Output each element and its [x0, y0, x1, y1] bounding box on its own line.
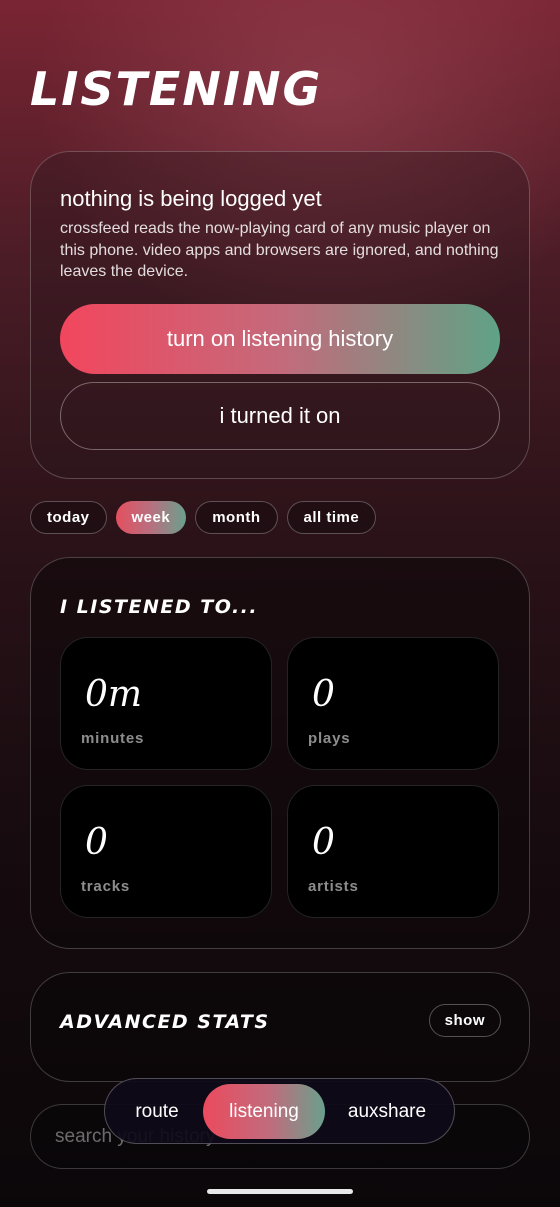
home-indicator[interactable]: [207, 1189, 353, 1194]
stat-tile-plays: 0 plays: [287, 637, 499, 770]
status-heading: nothing is being logged yet: [60, 186, 322, 211]
stat-tile-tracks: 0 tracks: [60, 785, 272, 918]
range-chip-today[interactable]: today: [30, 501, 107, 534]
stat-label: artists: [308, 878, 359, 895]
confirm-enabled-button[interactable]: i turned it on: [60, 382, 500, 450]
listening-stats-card: I LISTENED TO... 0m minutes 0 plays 0 tr…: [30, 557, 530, 949]
advanced-stats-card: ADVANCED STATS show: [30, 972, 530, 1082]
time-range-selector: today week month all time: [30, 501, 377, 534]
stat-value: 0: [85, 822, 108, 863]
logging-status-card: nothing is being logged yet crossfeed re…: [30, 151, 530, 479]
stat-tile-artists: 0 artists: [287, 785, 499, 918]
stat-label: plays: [308, 730, 351, 747]
range-chip-week[interactable]: week: [115, 501, 187, 534]
stats-heading: I LISTENED TO...: [60, 596, 259, 618]
enable-history-button[interactable]: turn on listening history: [60, 304, 500, 374]
tab-auxshare[interactable]: auxshare: [335, 1084, 439, 1139]
tab-listening[interactable]: listening: [203, 1084, 325, 1139]
page-title: LISTENING: [30, 62, 323, 116]
status-description: crossfeed reads the now-playing card of …: [60, 220, 499, 280]
stat-value: 0: [312, 822, 335, 863]
show-advanced-button[interactable]: show: [428, 1004, 501, 1037]
bottom-tab-bar: route listening auxshare: [104, 1078, 455, 1144]
stat-label: tracks: [81, 878, 131, 895]
tab-route[interactable]: route: [119, 1084, 195, 1139]
stat-tile-minutes: 0m minutes: [60, 637, 272, 770]
stat-value: 0m: [85, 674, 143, 715]
advanced-stats-heading: ADVANCED STATS: [60, 1011, 270, 1033]
stat-label: minutes: [81, 730, 145, 747]
stat-value: 0: [312, 674, 335, 715]
range-chip-month[interactable]: month: [195, 501, 278, 534]
range-chip-all-time[interactable]: all time: [286, 501, 377, 534]
